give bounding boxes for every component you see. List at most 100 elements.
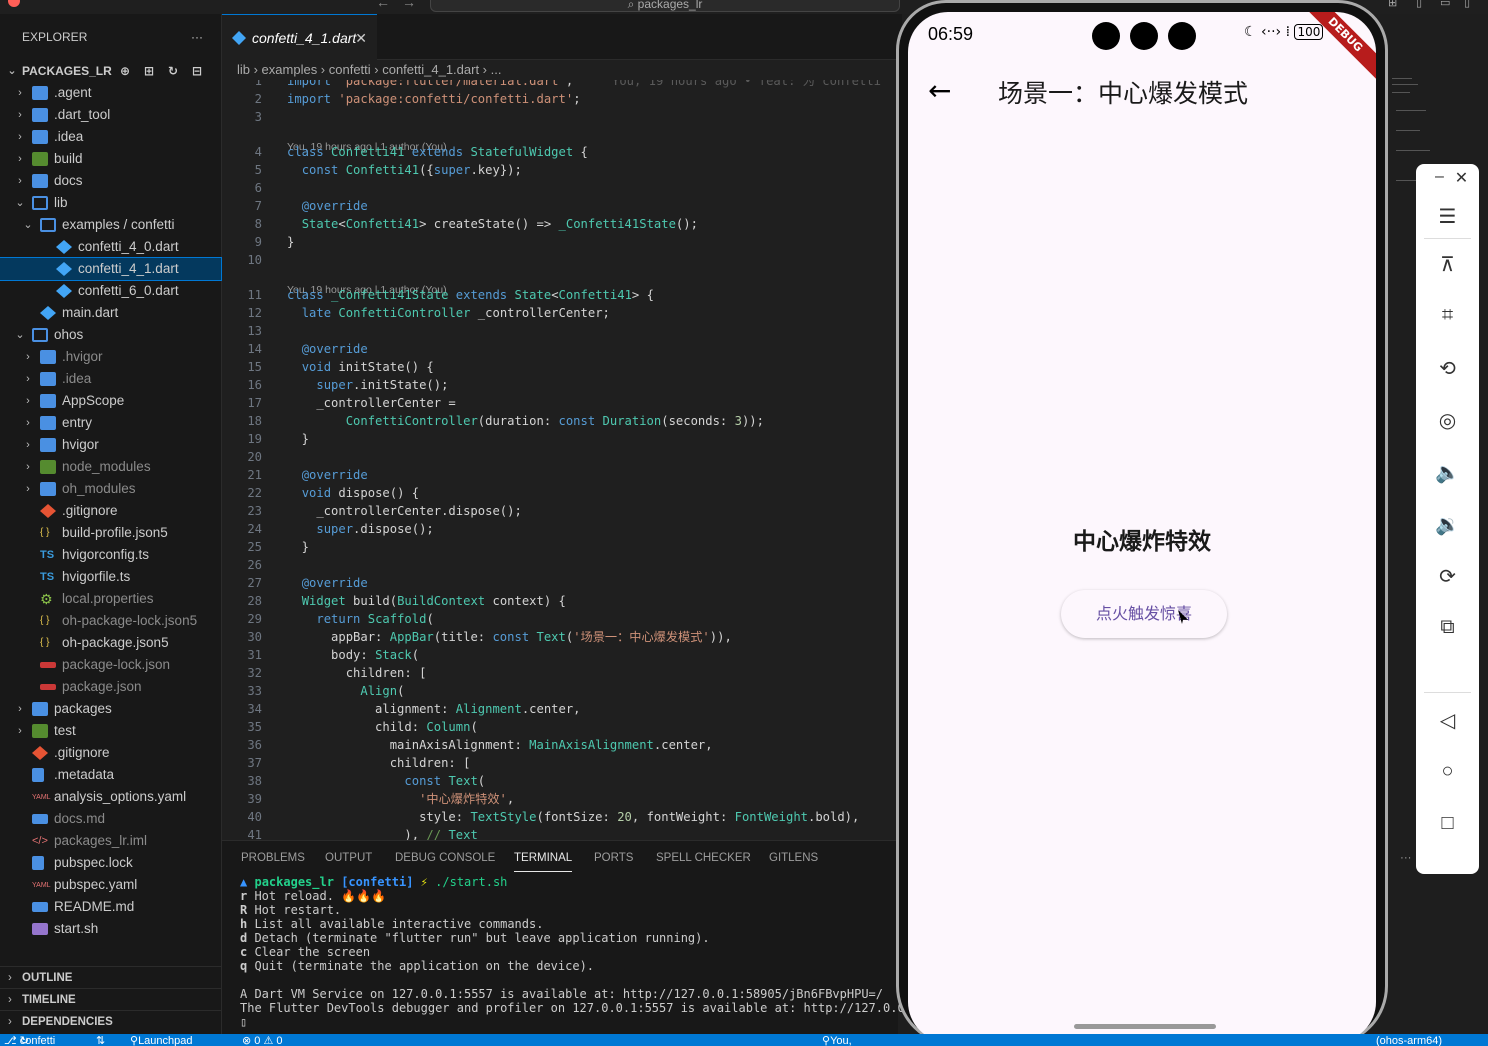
code-line[interactable]: 17 _controllerCenter = [222, 394, 902, 412]
tree-item[interactable]: confetti_6_0.dart [0, 280, 221, 302]
code-line[interactable]: 37 children: [ [222, 754, 902, 772]
tree-item[interactable]: { } build-profile.json5 [0, 522, 221, 544]
tree-item[interactable]: › .hvigor [0, 346, 221, 368]
blame-indicator[interactable]: ⚲ You, 19 hours a [822, 1034, 852, 1046]
chevron-icon[interactable]: › [14, 698, 26, 720]
code-line[interactable]: 22 void dispose() { [222, 484, 902, 502]
toggle-secondary-sidebar-icon[interactable]: ▯ [1464, 0, 1470, 9]
code-line[interactable]: 3 [222, 108, 902, 126]
chevron-icon[interactable]: ⌄ [14, 324, 26, 346]
tree-item[interactable]: › node_modules [0, 456, 221, 478]
tree-item[interactable]: › test [0, 720, 221, 742]
device-indicator[interactable]: (ohos-arm64) [1376, 1034, 1442, 1046]
code-line[interactable]: 7 @override [222, 197, 902, 215]
layout-icon[interactable]: ⊞ [1388, 0, 1397, 9]
tree-item[interactable]: ⌄ examples / confetti [0, 214, 221, 236]
code-line[interactable]: 38 const Text( [222, 772, 902, 790]
tab-confetti-4-1[interactable]: confetti_4_1.dart ✕ [222, 14, 377, 60]
code-line[interactable]: 27 @override [222, 574, 902, 592]
forward-arrow-icon[interactable]: → [402, 0, 416, 10]
code-line[interactable]: 11 class _Confetti41State extends State<C… [222, 286, 902, 304]
tree-item[interactable]: confetti_4_1.dart [0, 257, 222, 281]
screenshot-icon[interactable]: ◎ [1416, 408, 1479, 433]
panel-tab[interactable]: PORTS [594, 841, 633, 875]
outline-section[interactable]: › OUTLINE [0, 966, 221, 988]
chevron-icon[interactable]: › [14, 720, 26, 742]
rotate-icon[interactable]: ⟲ [1416, 356, 1479, 381]
chevron-icon[interactable]: › [22, 390, 34, 412]
code-line[interactable]: 41 ), // Text [222, 826, 902, 840]
multi-screen-icon[interactable]: ⧉ [1416, 616, 1479, 639]
tree-item[interactable]: ⚙ local.properties [0, 588, 221, 610]
tree-item[interactable]: README.md [0, 896, 221, 918]
code-line[interactable]: 39 '中心爆炸特效', [222, 790, 902, 808]
tree-item[interactable]: package.json [0, 676, 221, 698]
code-line[interactable]: 29 return Scaffold( [222, 610, 902, 628]
tree-item[interactable]: › .agent [0, 82, 221, 104]
code-line[interactable]: 28 Widget build(BuildContext context) { [222, 592, 902, 610]
explorer-root[interactable]: ⌄ PACKAGES_LR ⊕ ⊞ ↻ ⊟ [0, 60, 221, 82]
chevron-icon[interactable]: › [22, 456, 34, 478]
code-line[interactable]: 26 [222, 556, 902, 574]
code-line[interactable]: 25 } [222, 538, 902, 556]
dependencies-section[interactable]: › DEPENDENCIES [0, 1010, 221, 1032]
code-line[interactable]: 4 class Confetti41 extends StatefulWidget… [222, 143, 902, 161]
chevron-icon[interactable]: › [22, 434, 34, 456]
chevron-icon[interactable]: › [14, 148, 26, 170]
volume-down-icon[interactable]: 🔉 [1416, 512, 1479, 537]
code-line[interactable]: 6 [222, 179, 902, 197]
tree-item[interactable]: › .idea [0, 368, 221, 390]
panel-tab[interactable]: GITLENS [769, 841, 818, 875]
more-actions-icon[interactable]: ··· [191, 14, 203, 60]
code-line[interactable]: 5 const Confetti41({super.key}); [222, 161, 902, 179]
menu-icon[interactable]: ☰ [1416, 204, 1479, 229]
code-line[interactable]: 30 appBar: AppBar(title: const Text('场景一… [222, 628, 902, 646]
branch-indicator[interactable]: ⎇ confetti ↻ [4, 1034, 55, 1046]
problems-indicator[interactable]: ⊗ 0 ⚠ 0 [242, 1034, 282, 1046]
close-tab-icon[interactable]: ✕ [355, 15, 367, 61]
tree-item[interactable]: › docs [0, 170, 221, 192]
code-line[interactable]: 15 void initState() { [222, 358, 902, 376]
chevron-icon[interactable]: › [14, 104, 26, 126]
tree-item[interactable]: main.dart [0, 302, 221, 324]
code-line[interactable]: 12 late ConfettiController _controllerCe… [222, 304, 902, 322]
tree-item[interactable]: start.sh [0, 918, 221, 940]
tree-item[interactable]: › entry [0, 412, 221, 434]
terminal-output[interactable]: ▲ packages_lr [confetti] ⚡ ./start.sh r H… [240, 875, 919, 1029]
collapse-all-icon[interactable]: ⊟ [192, 60, 202, 82]
tree-item[interactable]: { } oh-package-lock.json5 [0, 610, 221, 632]
nav-home-icon[interactable]: ○ [1416, 760, 1479, 783]
panel-tab[interactable]: PROBLEMS [241, 841, 305, 875]
rotate-device-icon[interactable]: ⟳ [1416, 564, 1479, 589]
chevron-icon[interactable]: › [14, 170, 26, 192]
chevron-icon[interactable]: › [14, 82, 26, 104]
code-area[interactable]: 1 import 'package:flutter/material.dart';… [222, 80, 902, 840]
tree-item[interactable]: docs.md [0, 808, 221, 830]
tree-item[interactable]: › build [0, 148, 221, 170]
panel-tab[interactable]: SPELL CHECKER [656, 841, 751, 875]
launchpad-button[interactable]: ⚲ Launchpad [130, 1034, 193, 1046]
code-line[interactable]: 35 child: Column( [222, 718, 902, 736]
crop-icon[interactable]: ⌗ [1416, 304, 1479, 327]
code-line[interactable]: 23 _controllerCenter.dispose(); [222, 502, 902, 520]
chevron-icon[interactable]: › [14, 126, 26, 148]
timeline-section[interactable]: › TIMELINE [0, 988, 221, 1010]
chevron-icon[interactable]: › [22, 368, 34, 390]
panel-tab[interactable]: TERMINAL [514, 844, 573, 872]
tree-item[interactable]: › .idea [0, 126, 221, 148]
nav-back-icon[interactable]: ◁ [1416, 708, 1479, 733]
panel-tab[interactable]: DEBUG CONSOLE [395, 841, 495, 875]
tree-item[interactable]: › AppScope [0, 390, 221, 412]
tree-item[interactable]: package-lock.json [0, 654, 221, 676]
tree-item[interactable]: pubspec.lock [0, 852, 221, 874]
tree-item[interactable]: { } oh-package.json5 [0, 632, 221, 654]
code-line[interactable]: 31 body: Stack( [222, 646, 902, 664]
tree-item[interactable]: › hvigor [0, 434, 221, 456]
new-folder-icon[interactable]: ⊞ [144, 60, 154, 82]
tree-item[interactable]: YAML analysis_options.yaml [0, 786, 221, 808]
tree-item[interactable]: confetti_4_0.dart [0, 236, 221, 258]
code-line[interactable]: 10 [222, 251, 902, 269]
chevron-icon[interactable]: › [22, 478, 34, 500]
tree-item[interactable]: › .dart_tool [0, 104, 221, 126]
code-line[interactable]: 40 style: TextStyle(fontSize: 20, fontWe… [222, 808, 902, 826]
